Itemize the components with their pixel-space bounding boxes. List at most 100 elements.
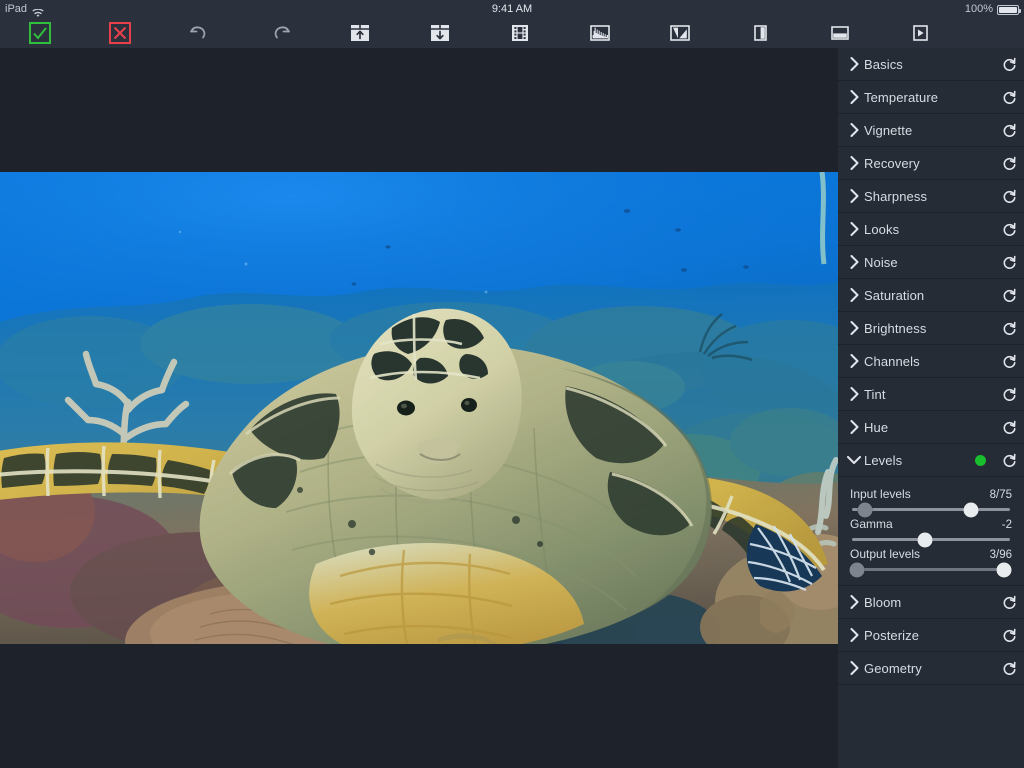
- panel-row-vignette[interactable]: Vignette: [838, 114, 1024, 147]
- chevron-right-icon: [838, 628, 864, 642]
- main-toolbar: [0, 18, 1024, 48]
- panel-label: Bloom: [864, 594, 902, 610]
- panel-label: Noise: [864, 254, 898, 270]
- chevron-right-icon: [838, 255, 864, 269]
- status-bar-right: 100%: [964, 0, 1021, 18]
- reset-circular-arrow-icon[interactable]: [994, 453, 1024, 468]
- panel-row-posterize[interactable]: Posterize: [838, 619, 1024, 652]
- photo-preview[interactable]: [0, 172, 838, 644]
- reset-circular-arrow-icon[interactable]: [994, 387, 1024, 402]
- reset-circular-arrow-icon[interactable]: [994, 255, 1024, 270]
- panel-row-saturation[interactable]: Saturation: [838, 279, 1024, 312]
- panel-label: Geometry: [864, 660, 922, 676]
- panel-row-bloom[interactable]: Bloom: [838, 586, 1024, 619]
- panel-row-temperature[interactable]: Temperature: [838, 81, 1024, 114]
- export-button[interactable]: [400, 18, 480, 48]
- slider-label: Input levels: [850, 487, 911, 501]
- chevron-right-icon: [838, 189, 864, 203]
- panel-row-looks[interactable]: Looks: [838, 213, 1024, 246]
- panel-label: Posterize: [864, 627, 920, 643]
- input-levels-low-knob[interactable]: [857, 502, 873, 517]
- panel-row-tint[interactable]: Tint: [838, 378, 1024, 411]
- redo-button[interactable]: [240, 18, 320, 48]
- slider-value: -2: [1001, 519, 1012, 531]
- curves-button[interactable]: [640, 18, 720, 48]
- reset-circular-arrow-icon[interactable]: [994, 57, 1024, 72]
- import-button[interactable]: [320, 18, 400, 48]
- undo-button[interactable]: [160, 18, 240, 48]
- panel-row-brightness[interactable]: Brightness: [838, 312, 1024, 345]
- compare-button[interactable]: [800, 18, 880, 48]
- slider-header: Gamma -2: [850, 517, 1012, 531]
- chevron-right-icon: [838, 57, 864, 71]
- chevron-right-icon: [838, 387, 864, 401]
- reset-circular-arrow-icon[interactable]: [994, 595, 1024, 610]
- input-levels-high-knob[interactable]: [963, 502, 978, 517]
- panel-row-recovery[interactable]: Recovery: [838, 147, 1024, 180]
- reset-circular-arrow-icon[interactable]: [994, 321, 1024, 336]
- panel-row-channels[interactable]: Channels: [838, 345, 1024, 378]
- chevron-right-icon: [838, 595, 864, 609]
- app-root: iPad 9:41 AM 100% Basics Temperature Vig…: [0, 0, 1024, 768]
- panel-label: Hue: [864, 419, 889, 435]
- turtle-reef-photo: [0, 172, 838, 644]
- reset-circular-arrow-icon[interactable]: [994, 90, 1024, 105]
- panel-row-noise[interactable]: Noise: [838, 246, 1024, 279]
- battery-full-icon: [997, 5, 1021, 15]
- histogram-button[interactable]: [560, 18, 640, 48]
- play-button[interactable]: [880, 18, 960, 48]
- chevron-right-icon: [838, 354, 864, 368]
- cancel-button[interactable]: [80, 18, 160, 48]
- reset-circular-arrow-icon[interactable]: [994, 628, 1024, 643]
- reset-circular-arrow-icon[interactable]: [994, 156, 1024, 171]
- output-levels-slider-track[interactable]: [849, 562, 1012, 577]
- panel-row-sharpness[interactable]: Sharpness: [838, 180, 1024, 213]
- slider-group-input-levels: Input levels 8/75: [850, 487, 1012, 517]
- slider-header: Input levels 8/75: [850, 487, 1012, 501]
- status-bar: iPad 9:41 AM 100%: [0, 0, 1024, 18]
- panel-row-basics[interactable]: Basics: [838, 48, 1024, 81]
- panel-label: Levels: [864, 452, 903, 468]
- panel-label: Saturation: [864, 287, 925, 303]
- reset-circular-arrow-icon[interactable]: [994, 123, 1024, 138]
- panel-label: Tint: [864, 386, 886, 402]
- slider-value: 8/75: [989, 489, 1012, 501]
- chevron-right-icon: [838, 156, 864, 170]
- gamma-knob[interactable]: [917, 532, 933, 547]
- chevron-right-icon: [838, 123, 864, 137]
- status-bar-clock: 9:41 AM: [491, 3, 533, 15]
- reset-circular-arrow-icon[interactable]: [994, 222, 1024, 237]
- gamma-slider-track[interactable]: [852, 532, 1010, 547]
- filmstrip-button[interactable]: [480, 18, 560, 48]
- slider-header: Output levels 3/96: [850, 547, 1012, 561]
- accept-button[interactable]: [0, 18, 80, 48]
- reset-circular-arrow-icon[interactable]: [994, 189, 1024, 204]
- slider-group-gamma: Gamma -2: [850, 517, 1012, 547]
- panel-label: Temperature: [864, 89, 939, 105]
- panel-row-hue[interactable]: Hue: [838, 411, 1024, 444]
- chevron-right-icon: [838, 222, 864, 236]
- reset-circular-arrow-icon[interactable]: [994, 420, 1024, 435]
- chevron-right-icon: [838, 90, 864, 104]
- panel-row-geometry[interactable]: Geometry: [838, 652, 1024, 685]
- status-badge-active: [975, 454, 986, 466]
- panel-label: Basics: [864, 56, 903, 72]
- slider-label: Gamma: [850, 517, 893, 531]
- output-levels-high-knob[interactable]: [996, 562, 1012, 577]
- battery-percent-label: 100%: [964, 3, 993, 15]
- panel-label: Recovery: [864, 155, 920, 171]
- split-view-button[interactable]: [720, 18, 800, 48]
- reset-circular-arrow-icon[interactable]: [994, 354, 1024, 369]
- output-levels-low-knob[interactable]: [849, 562, 865, 577]
- panel-label: Vignette: [864, 122, 913, 138]
- reset-circular-arrow-icon[interactable]: [994, 288, 1024, 303]
- chevron-right-icon: [838, 321, 864, 335]
- chevron-right-icon: [838, 420, 864, 434]
- panel-row-levels[interactable]: Levels: [838, 444, 1024, 477]
- slider-value: 3/96: [989, 549, 1012, 561]
- editor-canvas[interactable]: [0, 48, 838, 768]
- input-levels-slider-track[interactable]: [852, 502, 1010, 517]
- adjustments-sidebar[interactable]: Basics Temperature Vignette Recovery Sha…: [838, 48, 1024, 768]
- panel-label: Brightness: [864, 320, 927, 336]
- reset-circular-arrow-icon[interactable]: [994, 661, 1024, 676]
